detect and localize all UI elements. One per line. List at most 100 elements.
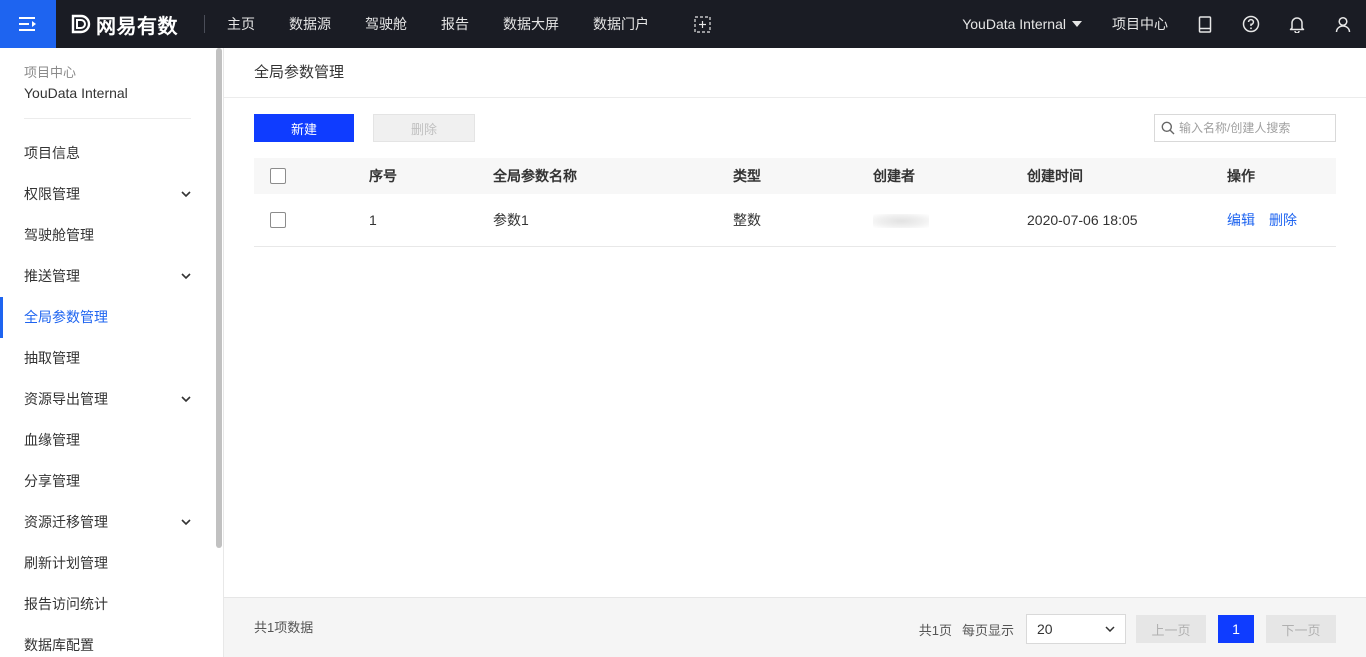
header-name: 全局参数名称 <box>493 168 577 184</box>
chevron-down-icon <box>181 273 191 280</box>
row-type: 整数 <box>733 212 761 228</box>
search-box[interactable] <box>1154 114 1336 142</box>
mobile-icon <box>1198 15 1212 33</box>
sidebar-item[interactable]: 抽取管理 <box>0 338 223 379</box>
sidebar-item[interactable]: 权限管理 <box>0 174 223 215</box>
sidebar-item-label: 血缘管理 <box>24 432 80 448</box>
chevron-down-icon <box>181 191 191 198</box>
sidebar-item[interactable]: 驾驶舱管理 <box>0 215 223 256</box>
row-creator-redacted <box>873 212 929 229</box>
project-center-link[interactable]: 项目中心 <box>1112 14 1168 34</box>
bell-icon <box>1289 17 1305 33</box>
sidebar-item[interactable]: 推送管理 <box>0 256 223 297</box>
total-count: 共1项数据 <box>254 620 314 635</box>
select-all-checkbox[interactable] <box>270 168 286 184</box>
chevron-down-icon <box>181 396 191 403</box>
table-header: 序号 全局参数名称 类型 创建者 创建时间 操作 <box>254 158 1336 194</box>
caret-down-icon <box>1072 21 1082 27</box>
nav-item-home[interactable]: 主页 <box>213 0 269 48</box>
top-navigation-bar: 网易有数 主页 数据源 驾驶舱 报告 数据大屏 数据门户 YouData Int… <box>0 0 1366 48</box>
pagination: 共1页 每页显示 20 上一页 1 下一页 <box>919 614 1336 644</box>
prev-page-button[interactable]: 上一页 <box>1136 615 1206 643</box>
sidebar-scrollbar[interactable] <box>216 48 222 548</box>
page-size-value: 20 <box>1037 621 1053 637</box>
header-creator: 创建者 <box>873 168 915 184</box>
header-seq: 序号 <box>369 168 397 184</box>
per-page-label: 每页显示 <box>961 622 1014 638</box>
sidebar: 项目中心 YouData Internal 项目信息权限管理驾驶舱管理推送管理全… <box>0 48 224 657</box>
sidebar-item[interactable]: 血缘管理 <box>0 420 223 461</box>
page-number-current[interactable]: 1 <box>1218 615 1254 643</box>
row-delete-link[interactable]: 删除 <box>1269 212 1297 228</box>
sidebar-item-label: 驾驶舱管理 <box>24 227 94 243</box>
user-button[interactable] <box>1334 15 1352 33</box>
sidebar-item-label: 刷新计划管理 <box>24 555 108 571</box>
sidebar-item-label: 资源迁移管理 <box>24 514 108 530</box>
header-ops: 操作 <box>1227 168 1255 184</box>
nav-item-datasource[interactable]: 数据源 <box>275 0 345 48</box>
mobile-button[interactable] <box>1196 15 1214 33</box>
nav-item-report[interactable]: 报告 <box>427 0 483 48</box>
sidebar-menu: 项目信息权限管理驾驶舱管理推送管理全局参数管理 抽取管理资源导出管理血缘管理分享管… <box>0 133 223 657</box>
row-seq: 1 <box>369 212 377 228</box>
nav-item-portal[interactable]: 数据门户 <box>579 0 663 48</box>
notification-button[interactable] <box>1288 15 1306 33</box>
sidebar-item[interactable]: 分享管理 <box>0 461 223 502</box>
row-checkbox[interactable] <box>270 212 286 228</box>
project-switcher[interactable]: YouData Internal <box>962 16 1082 32</box>
nav-item-cockpit[interactable]: 驾驶舱 <box>351 0 421 48</box>
project-name: YouData Internal <box>962 16 1066 32</box>
sidebar-item-label: 全局参数管理 <box>24 309 108 325</box>
help-icon <box>1242 15 1260 33</box>
sidebar-item-label: 推送管理 <box>24 268 80 284</box>
sidebar-item-label: 项目信息 <box>24 145 80 161</box>
header-type: 类型 <box>733 168 761 184</box>
brand-logo[interactable]: 网易有数 <box>70 10 200 39</box>
row-created-at: 2020-07-06 18:05 <box>1027 212 1138 228</box>
menu-icon <box>19 17 36 31</box>
add-nav-button[interactable] <box>693 15 711 33</box>
search-input[interactable] <box>1179 121 1329 135</box>
total-pages: 共1页 <box>918 622 952 638</box>
main-nav: 主页 数据源 驾驶舱 报告 数据大屏 数据门户 <box>213 0 711 48</box>
header-created-at: 创建时间 <box>1027 168 1083 184</box>
sidebar-item-label: 数据库配置 <box>24 637 94 653</box>
delete-button[interactable]: 删除 <box>373 114 475 142</box>
main-content: 全局参数管理 新建 删除 序号 全局参数名称 类型 创建者 创建时间 操作 1 … <box>224 48 1366 657</box>
sidebar-item[interactable]: 资源迁移管理 <box>0 502 223 543</box>
page-size-select[interactable]: 20 <box>1026 614 1126 644</box>
menu-toggle-button[interactable] <box>0 0 56 48</box>
params-table: 序号 全局参数名称 类型 创建者 创建时间 操作 1 参数1 整数 2020-0… <box>254 158 1336 247</box>
edit-link[interactable]: 编辑 <box>1227 212 1255 228</box>
table-row: 1 参数1 整数 2020-07-06 18:05 编辑 删除 <box>254 194 1336 247</box>
sidebar-item-label: 权限管理 <box>24 186 80 202</box>
new-button[interactable]: 新建 <box>254 114 354 142</box>
sidebar-divider <box>24 118 191 119</box>
sidebar-header-section: 项目中心 <box>24 65 77 80</box>
pagination-footer: 共1项数据 共1页 每页显示 20 上一页 1 下一页 <box>224 597 1366 657</box>
next-page-button[interactable]: 下一页 <box>1266 615 1336 643</box>
nav-item-big-screen[interactable]: 数据大屏 <box>489 0 573 48</box>
sidebar-header: 项目中心 YouData Internal <box>0 48 223 104</box>
sidebar-item[interactable]: 报告访问统计 <box>0 584 223 625</box>
row-name: 参数1 <box>493 212 529 228</box>
top-right-area: YouData Internal 项目中心 <box>962 0 1366 48</box>
search-icon <box>1161 121 1175 135</box>
sidebar-item[interactable]: 刷新计划管理 <box>0 543 223 584</box>
user-icon <box>1335 16 1351 32</box>
nav-divider <box>204 15 205 33</box>
sidebar-header-project: YouData Internal <box>24 85 128 101</box>
chevron-down-icon <box>1105 626 1115 632</box>
sidebar-item[interactable]: 资源导出管理 <box>0 379 223 420</box>
sidebar-item[interactable]: 全局参数管理 <box>0 297 223 338</box>
sidebar-item-label: 抽取管理 <box>24 350 80 366</box>
sidebar-item-label: 分享管理 <box>24 473 80 489</box>
sidebar-item-label: 报告访问统计 <box>24 596 108 612</box>
row-ops: 编辑 删除 <box>1227 210 1311 230</box>
brand-name: 网易有数 <box>96 15 178 38</box>
help-button[interactable] <box>1242 15 1260 33</box>
sidebar-item[interactable]: 项目信息 <box>0 133 223 174</box>
toolbar: 新建 删除 <box>254 114 1336 142</box>
sidebar-item[interactable]: 数据库配置 <box>0 625 223 657</box>
chevron-down-icon <box>181 519 191 526</box>
